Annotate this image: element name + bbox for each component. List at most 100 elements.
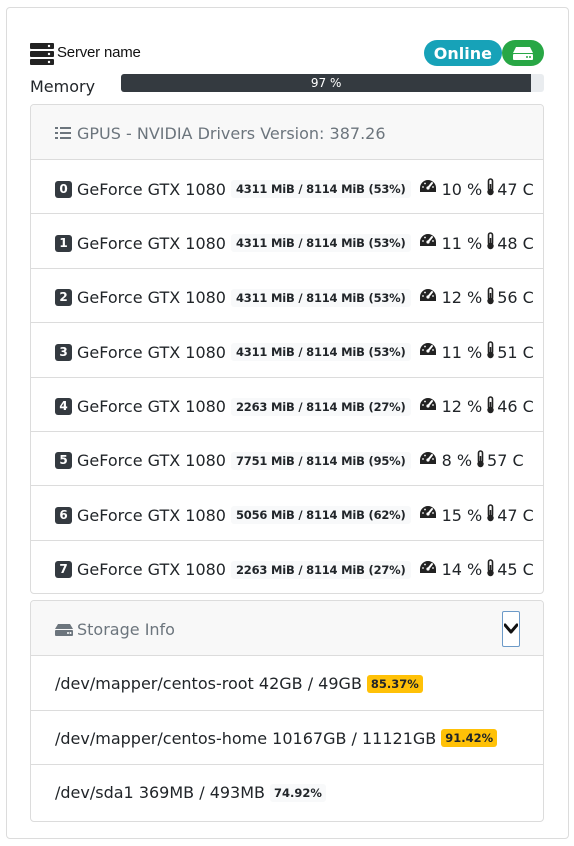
gpu-row-content: 2 GeForce GTX 1080 4311 MiB / 8114 MiB (53… <box>55 286 534 309</box>
gpu-memory-badge: 5056 MiB / 8114 MiB (62%) <box>230 506 411 525</box>
thermometer-icon <box>486 178 495 200</box>
tachometer-icon <box>419 505 437 525</box>
tachometer-icon <box>419 560 437 580</box>
thermometer-icon <box>476 450 485 472</box>
gpu-row-content: 7 GeForce GTX 1080 2263 MiB / 8114 MiB (27… <box>55 558 534 581</box>
gpu-panel-title: GPUS - NVIDIA Drivers Version: 387.26 <box>77 124 386 143</box>
gpu-row: 1 GeForce GTX 1080 4311 MiB / 8114 MiB (53… <box>31 214 543 269</box>
gpu-index-badge: 3 <box>55 343 72 361</box>
gpu-memory-badge: 2263 MiB / 8114 MiB (27%) <box>230 560 411 579</box>
hdd-icon <box>513 47 533 60</box>
gpu-temperature: 51 C <box>497 342 534 362</box>
gpu-temperature: 57 C <box>487 451 524 471</box>
tachometer-icon <box>419 288 437 308</box>
memory-progress: 97 % <box>121 74 544 92</box>
gpu-row: 0 GeForce GTX 1080 4311 MiB / 8114 MiB (53… <box>31 160 543 215</box>
gpu-row: 6 GeForce GTX 1080 5056 MiB / 8114 MiB (62… <box>31 486 543 541</box>
gpu-temperature: 47 C <box>497 505 534 525</box>
gpu-utilization: 15 % <box>441 505 483 525</box>
gpu-memory-badge: 4311 MiB / 8114 MiB (53%) <box>230 288 411 307</box>
thermometer-icon <box>486 558 495 581</box>
gpu-name: GeForce GTX 1080 <box>77 451 226 471</box>
gpu-panel-header: GPUS - NVIDIA Drivers Version: 387.26 <box>31 105 543 160</box>
gpu-row: 3 GeForce GTX 1080 4311 MiB / 8114 MiB (53… <box>31 323 543 378</box>
server-card: Server name Online Memory 97 % GPUS - NV… <box>6 7 569 839</box>
gpu-memory-badge: 4311 MiB / 8114 MiB (53%) <box>230 343 411 362</box>
storage-row: /dev/mapper/centos-root 42GB / 49GB 85.37… <box>31 656 543 711</box>
tachometer-icon <box>419 451 437 471</box>
gpu-index-badge: 4 <box>55 398 72 416</box>
tachometer-icon <box>419 233 437 253</box>
hdd-icon <box>55 621 73 640</box>
gpu-name: GeForce GTX 1080 <box>77 342 226 362</box>
storage-row-content: /dev/mapper/centos-root 42GB / 49GB 85.37… <box>55 674 423 693</box>
thermometer-icon <box>486 395 495 418</box>
storage-percent-badge: 91.42% <box>441 729 498 747</box>
gpu-temperature: 56 C <box>497 288 534 308</box>
storage-panel-title: Storage Info <box>77 620 175 639</box>
gpu-memory-badge: 7751 MiB / 8114 MiB (95%) <box>230 451 411 470</box>
memory-progress-bar: 97 % <box>121 74 532 92</box>
gpu-row-content: 0 GeForce GTX 1080 4311 MiB / 8114 MiB (53… <box>55 178 534 200</box>
gpu-row: 4 GeForce GTX 1080 2263 MiB / 8114 MiB (27… <box>31 378 543 432</box>
gpu-index-badge: 0 <box>55 180 72 198</box>
storage-list: /dev/mapper/centos-root 42GB / 49GB 85.37… <box>31 656 543 820</box>
gpu-row: 7 GeForce GTX 1080 2263 MiB / 8114 MiB (27… <box>31 541 543 593</box>
storage-usage-text: /dev/mapper/centos-root 42GB / 49GB <box>55 674 362 693</box>
gpu-utilization: 8 % <box>441 451 473 471</box>
tachometer-icon <box>419 342 437 362</box>
gpu-temperature: 47 C <box>497 179 534 199</box>
storage-row: /dev/mapper/centos-home 10167GB / 11121G… <box>31 711 543 765</box>
storage-row-content: /dev/mapper/centos-home 10167GB / 11121G… <box>55 728 498 748</box>
gpu-utilization: 12 % <box>441 288 483 308</box>
storage-toggle-button[interactable] <box>502 40 544 66</box>
storage-row: /dev/sda1 369MB / 493MB 74.92% <box>31 765 543 820</box>
gpu-row: 5 GeForce GTX 1080 7751 MiB / 8114 MiB (95… <box>31 432 543 487</box>
chevron-down-icon <box>504 623 518 634</box>
storage-usage-text: /dev/mapper/centos-home 10167GB / 11121G… <box>55 728 437 748</box>
memory-label: Memory <box>30 77 96 96</box>
list-icon <box>55 125 71 144</box>
storage-usage-text: /dev/sda1 369MB / 493MB <box>55 783 266 802</box>
gpu-utilization: 14 % <box>441 560 483 580</box>
gpu-utilization: 10 % <box>441 179 483 199</box>
gpu-row-content: 3 GeForce GTX 1080 4311 MiB / 8114 MiB (53… <box>55 341 534 363</box>
gpu-name: GeForce GTX 1080 <box>77 560 226 580</box>
gpu-index-badge: 5 <box>55 452 72 470</box>
gpu-index-badge: 6 <box>55 506 72 524</box>
gpu-memory-badge: 2263 MiB / 8114 MiB (27%) <box>230 397 411 416</box>
gpu-row: 2 GeForce GTX 1080 4311 MiB / 8114 MiB (53… <box>31 269 543 324</box>
storage-panel-header: Storage Info <box>31 601 543 656</box>
memory-row: Memory 97 % <box>30 74 544 96</box>
gpu-row-content: 1 GeForce GTX 1080 4311 MiB / 8114 MiB (53… <box>55 232 534 254</box>
storage-percent-badge: 74.92% <box>270 783 326 802</box>
tachometer-icon <box>419 179 437 199</box>
gpu-panel: GPUS - NVIDIA Drivers Version: 387.26 0G… <box>30 104 544 594</box>
gpu-name: GeForce GTX 1080 <box>77 179 226 199</box>
thermometer-icon <box>486 232 495 254</box>
storage-collapse-button[interactable] <box>502 611 520 647</box>
gpu-name: GeForce GTX 1080 <box>77 397 226 417</box>
thermometer-icon <box>486 286 495 309</box>
gpu-index-badge: 7 <box>55 561 72 579</box>
server-icon <box>30 43 54 65</box>
gpu-memory-badge: 4311 MiB / 8114 MiB (53%) <box>230 180 411 198</box>
tachometer-icon <box>419 397 437 417</box>
thermometer-icon <box>486 341 495 363</box>
gpu-temperature: 48 C <box>497 233 534 253</box>
gpu-temperature: 45 C <box>497 560 534 580</box>
gpu-utilization: 11 % <box>441 233 483 253</box>
gpu-name: GeForce GTX 1080 <box>77 288 226 308</box>
server-name: Server name <box>57 44 141 61</box>
gpu-index-badge: 1 <box>55 234 72 252</box>
gpu-temperature: 46 C <box>497 397 534 417</box>
gpu-name: GeForce GTX 1080 <box>77 505 226 525</box>
storage-panel: Storage Info /dev/mapper/centos-root 42G… <box>30 600 544 822</box>
status-badge: Online <box>423 40 502 66</box>
gpu-utilization: 12 % <box>441 397 483 417</box>
server-header: Server name Online <box>30 40 544 68</box>
gpu-utilization: 11 % <box>441 342 483 362</box>
gpu-list: 0 GeForce GTX 1080 4311 MiB / 8114 MiB (53… <box>31 160 543 593</box>
gpu-row-content: 6 GeForce GTX 1080 5056 MiB / 8114 MiB (62… <box>55 504 534 526</box>
storage-row-content: /dev/sda1 369MB / 493MB 74.92% <box>55 783 326 802</box>
